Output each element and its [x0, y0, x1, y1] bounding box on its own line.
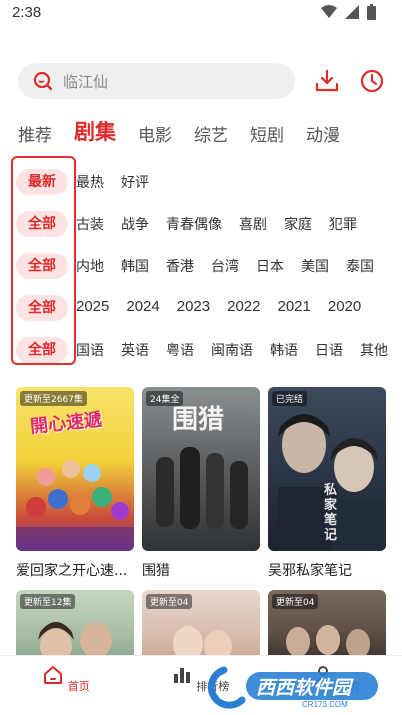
nav-home[interactable]: 首页 — [36, 664, 96, 694]
search-placeholder: 临江仙 — [63, 73, 109, 91]
video-card[interactable]: 已完结 私家笔记 吴邪私家笔记 — [268, 387, 386, 580]
filter-option[interactable]: 香港 — [166, 256, 194, 276]
video-card[interactable]: 24集全 围猎 围猎 — [142, 387, 260, 580]
episode-badge: 更新至12集 — [20, 594, 76, 609]
tab-recommend[interactable]: 推荐 — [18, 121, 52, 146]
nav-home-label: 首页 — [67, 680, 90, 693]
filter-option[interactable]: 青春偶像 — [166, 214, 222, 234]
filter-option[interactable]: 日本 — [256, 256, 284, 276]
filter-option[interactable]: 2023 — [177, 298, 210, 315]
video-card[interactable]: 更新至12集 — [16, 590, 134, 660]
watermark-subtext: CR173.COM — [302, 700, 348, 709]
filter-option[interactable]: 好评 — [121, 172, 149, 192]
video-poster[interactable]: 更新至12集 — [16, 590, 134, 660]
filter-option[interactable]: 韩语 — [270, 340, 298, 360]
filter-option[interactable]: 英语 — [121, 340, 149, 360]
video-card[interactable]: 更新至04 — [142, 590, 260, 660]
signal-icon — [345, 5, 359, 19]
video-poster[interactable]: 24集全 围猎 — [142, 387, 260, 551]
filter-option[interactable]: 日语 — [315, 340, 343, 360]
status-time: 2:38 — [12, 4, 42, 21]
site-watermark: 西西软件园 CR173.COM — [202, 664, 382, 710]
tab-short-drama[interactable]: 短剧 — [250, 121, 284, 146]
filter-option[interactable]: 战争 — [121, 214, 149, 234]
filter-option[interactable]: 最热 — [76, 172, 104, 192]
download-icon[interactable] — [314, 68, 340, 94]
tab-series[interactable]: 剧集 — [74, 116, 116, 146]
ranking-icon — [173, 668, 190, 683]
episode-badge: 更新至2667集 — [20, 391, 87, 406]
filter-option[interactable]: 2025 — [76, 298, 109, 315]
search-input[interactable]: 临江仙 — [18, 63, 295, 99]
filter-option[interactable]: 2024 — [126, 298, 159, 315]
filter-option[interactable]: 韩国 — [121, 256, 149, 276]
filter-option[interactable]: 犯罪 — [329, 214, 357, 234]
wifi-icon — [321, 5, 337, 18]
episode-badge: 更新至04 — [146, 594, 193, 609]
category-tabs: 推荐 剧集 电影 综艺 短剧 动漫 — [18, 116, 362, 146]
filter-option[interactable]: 2021 — [278, 298, 311, 315]
video-card[interactable]: 更新至2667集 開心速遞 爱回家之开心速... — [16, 387, 134, 580]
video-poster[interactable]: 更新至2667集 開心速遞 — [16, 387, 134, 551]
video-poster[interactable]: 更新至04 — [268, 590, 386, 660]
video-card[interactable]: 更新至04 — [268, 590, 386, 660]
filter-option[interactable]: 家庭 — [284, 214, 312, 234]
filter-option[interactable]: 粤语 — [166, 340, 194, 360]
filter-option[interactable]: 其他 — [360, 340, 388, 360]
filter-option[interactable]: 古装 — [76, 214, 104, 234]
video-title[interactable]: 吴邪私家笔记 — [268, 560, 386, 580]
poster-title-text: 私家笔记 — [324, 483, 338, 543]
video-poster[interactable]: 更新至04 — [142, 590, 260, 660]
filter-option[interactable]: 喜剧 — [239, 214, 267, 234]
search-icon — [33, 71, 53, 91]
watermark-text: 西西软件园 — [256, 677, 352, 699]
video-title[interactable]: 围猎 — [142, 560, 260, 580]
history-clock-icon[interactable] — [359, 68, 385, 94]
filter-option[interactable]: 国语 — [76, 340, 104, 360]
filter-option[interactable]: 台湾 — [211, 256, 239, 276]
tab-anime[interactable]: 动漫 — [306, 121, 340, 146]
video-title[interactable]: 爱回家之开心速... — [16, 560, 134, 580]
video-poster[interactable]: 已完结 私家笔记 — [268, 387, 386, 551]
selection-highlight-box — [11, 156, 76, 365]
poster-title-text: 围猎 — [172, 405, 225, 435]
status-badge: 已完结 — [272, 391, 308, 406]
filter-option[interactable]: 2022 — [227, 298, 260, 315]
status-bar: 2:38 — [0, 0, 402, 30]
filter-option[interactable]: 泰国 — [346, 256, 374, 276]
battery-icon — [367, 4, 376, 20]
home-icon — [44, 666, 63, 684]
tab-variety[interactable]: 综艺 — [194, 121, 228, 146]
status-icons — [321, 4, 376, 20]
search-row: 临江仙 — [18, 63, 384, 99]
filter-option[interactable]: 美国 — [301, 256, 329, 276]
filter-option[interactable]: 内地 — [76, 256, 104, 276]
filter-option[interactable]: 2020 — [328, 298, 361, 315]
episode-badge: 更新至04 — [272, 594, 319, 609]
tab-movies[interactable]: 电影 — [138, 121, 172, 146]
filter-option[interactable]: 闽南语 — [211, 340, 253, 360]
